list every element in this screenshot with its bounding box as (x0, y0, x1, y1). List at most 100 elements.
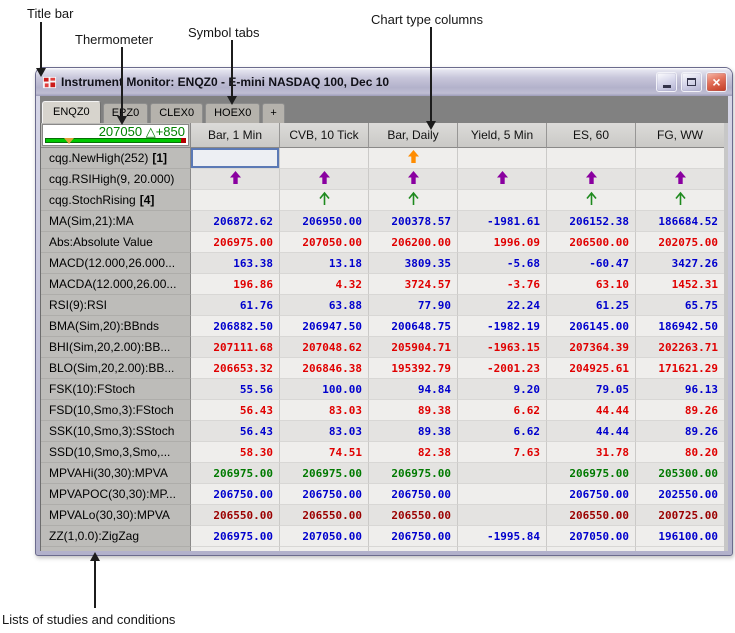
grid-cell[interactable]: 55.56 (191, 379, 280, 400)
column-header[interactable]: ES, 60 (547, 123, 636, 148)
grid-cell[interactable]: 56.43 (191, 421, 280, 442)
grid-cell[interactable]: 206975.00 (191, 232, 280, 253)
grid-cell[interactable]: 3427.26 (636, 253, 725, 274)
grid-cell[interactable]: 6.62 (458, 400, 547, 421)
column-header[interactable]: Yield, 5 Min (458, 123, 547, 148)
study-row-label[interactable]: MPVAPOC(30,30):MP... (41, 484, 191, 505)
grid-cell[interactable]: 202550.00 (636, 484, 725, 505)
grid-cell[interactable]: -1982.19 (458, 316, 547, 337)
grid-cell[interactable]: -60.47 (547, 253, 636, 274)
grid-cell[interactable]: 206975.00 (280, 463, 369, 484)
grid-cell[interactable]: -1963.15 (458, 337, 547, 358)
grid-cell[interactable] (636, 148, 725, 169)
grid-cell[interactable]: -2001.23 (458, 358, 547, 379)
grid-cell[interactable]: 79.05 (547, 379, 636, 400)
tab-hoex0[interactable]: HOEX0 (205, 103, 260, 123)
tab-clex0[interactable]: CLEX0 (150, 103, 203, 123)
study-row-label[interactable]: cqg.NewHigh(252)[1] (41, 148, 191, 169)
grid-cell[interactable]: 9.20 (458, 379, 547, 400)
grid-cell[interactable]: 205904.71 (369, 337, 458, 358)
column-header[interactable]: FG, WW (636, 123, 725, 148)
grid-cell[interactable]: 206846.38 (280, 358, 369, 379)
grid-cell[interactable]: 89.38 (369, 421, 458, 442)
study-row-label[interactable]: MPVAHi(30,30):MPVA (41, 463, 191, 484)
grid-cell[interactable]: 74.51 (280, 442, 369, 463)
grid-cell[interactable]: 207050.00 (547, 526, 636, 547)
grid-cell[interactable] (547, 148, 636, 169)
grid-cell[interactable]: 83.03 (280, 421, 369, 442)
grid-cell[interactable]: 207050.00 (280, 526, 369, 547)
study-row-label[interactable]: SSK(10,Smo,3):SStoch (41, 421, 191, 442)
grid-cell[interactable]: 163.38 (191, 253, 280, 274)
column-header[interactable]: Bar, Daily (369, 123, 458, 148)
grid-cell[interactable]: 89.38 (369, 400, 458, 421)
tab-add[interactable]: + (262, 103, 284, 123)
column-header[interactable]: CVB, 10 Tick (280, 123, 369, 148)
grid-cell[interactable]: 206145.00 (547, 316, 636, 337)
grid-cell[interactable]: 94.84 (369, 379, 458, 400)
grid-cell[interactable]: 206975.00 (191, 463, 280, 484)
grid-cell[interactable] (636, 190, 725, 211)
grid-cell[interactable]: 206975.00 (369, 463, 458, 484)
study-row-label[interactable]: Abs:Absolute Value (41, 232, 191, 253)
grid-cell[interactable]: 44.44 (547, 400, 636, 421)
grid-cell[interactable] (280, 169, 369, 190)
grid-cell[interactable]: 89.26 (636, 421, 725, 442)
grid-cell[interactable]: 206550.00 (369, 505, 458, 526)
grid-cell[interactable]: 206550.00 (547, 505, 636, 526)
grid-cell[interactable]: 100.00 (280, 379, 369, 400)
grid-cell[interactable]: 205300.00 (636, 463, 725, 484)
grid-cell[interactable]: 1996.09 (458, 232, 547, 253)
grid-cell[interactable]: 206653.32 (191, 358, 280, 379)
grid-cell[interactable]: 80.20 (636, 442, 725, 463)
grid-cell[interactable] (280, 148, 369, 169)
grid-cell[interactable]: 196100.00 (636, 526, 725, 547)
grid-cell[interactable]: 196.86 (191, 274, 280, 295)
grid-cell[interactable]: 4.32 (280, 274, 369, 295)
grid-cell[interactable]: 61.76 (191, 295, 280, 316)
grid-cell[interactable]: 206882.50 (191, 316, 280, 337)
grid-cell[interactable]: 206750.00 (369, 484, 458, 505)
grid-cell[interactable] (280, 190, 369, 211)
grid-cell[interactable]: -1981.61 (458, 211, 547, 232)
study-row-label[interactable]: RSI(9):RSI (41, 295, 191, 316)
grid-cell[interactable]: 200725.00 (636, 505, 725, 526)
grid-cell[interactable]: 3809.35 (369, 253, 458, 274)
grid-cell[interactable]: 89.26 (636, 400, 725, 421)
grid-cell[interactable]: 204925.61 (547, 358, 636, 379)
grid-cell[interactable]: 1452.31 (636, 274, 725, 295)
grid-cell[interactable]: 207111.68 (191, 337, 280, 358)
grid-cell[interactable]: 206750.00 (369, 526, 458, 547)
grid-cell[interactable]: 206947.50 (280, 316, 369, 337)
grid-cell[interactable]: 171621.29 (636, 358, 725, 379)
column-header[interactable]: Bar, 1 Min (191, 123, 280, 148)
grid-cell[interactable]: 82.38 (369, 442, 458, 463)
grid-cell[interactable] (458, 484, 547, 505)
grid-cell[interactable]: 22.24 (458, 295, 547, 316)
grid-cell[interactable]: 13.18 (280, 253, 369, 274)
grid-cell[interactable]: 206152.38 (547, 211, 636, 232)
grid-cell[interactable]: 56.43 (191, 400, 280, 421)
study-row-label[interactable]: MPVALo(30,30):MPVA (41, 505, 191, 526)
grid-cell[interactable]: 195392.79 (369, 358, 458, 379)
grid-cell[interactable]: 206750.00 (191, 484, 280, 505)
grid-cell[interactable]: -5.68 (458, 253, 547, 274)
grid-cell[interactable] (191, 148, 280, 169)
grid-cell[interactable]: 207050.00 (280, 232, 369, 253)
grid-cell[interactable] (547, 190, 636, 211)
grid-cell[interactable]: 186942.50 (636, 316, 725, 337)
study-row-label[interactable]: BMA(Sim,20):BBnds (41, 316, 191, 337)
grid-cell[interactable]: 206872.62 (191, 211, 280, 232)
grid-cell[interactable]: 207364.39 (547, 337, 636, 358)
grid-cell[interactable]: 206950.00 (280, 211, 369, 232)
grid-cell[interactable]: 3724.57 (369, 274, 458, 295)
study-row-label[interactable]: MACDA(12.000,26.00... (41, 274, 191, 295)
grid-cell[interactable]: 207048.62 (280, 337, 369, 358)
study-row-label[interactable]: ZZ(1,0.0):ZigZag (41, 526, 191, 547)
grid-cell[interactable]: 83.03 (280, 400, 369, 421)
grid-cell[interactable]: 202075.00 (636, 232, 725, 253)
grid-cell[interactable]: 202263.71 (636, 337, 725, 358)
grid-cell[interactable]: 58.30 (191, 442, 280, 463)
grid-cell[interactable]: 6.62 (458, 421, 547, 442)
grid-cell[interactable]: 206500.00 (547, 232, 636, 253)
